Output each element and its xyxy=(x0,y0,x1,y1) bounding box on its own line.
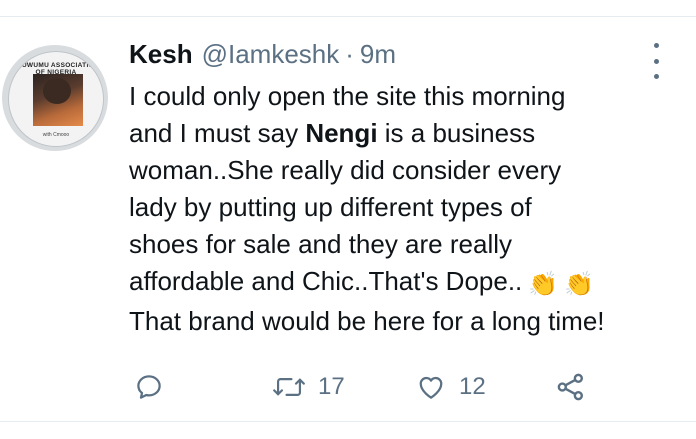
author-name[interactable]: Kesh xyxy=(129,39,193,70)
reply-button[interactable] xyxy=(134,369,164,405)
tweet-card[interactable]: IE UWUMU ASSOCIATION OF NIGERIA with Cmo… xyxy=(0,17,696,422)
tweet-text-line: lady by putting up different types of xyxy=(129,192,532,222)
tweet-text-line: affordable and Chic..That's Dope.. 👏 👏 xyxy=(129,263,689,303)
share-button[interactable] xyxy=(554,369,588,405)
tweet-text-line: I could only open the site this morning xyxy=(129,81,566,111)
clapping-hands-icon: 👏 xyxy=(564,271,595,298)
retweet-icon xyxy=(273,378,305,396)
bottom-divider xyxy=(0,421,696,422)
avatar-bottom-text: with Cmooo xyxy=(42,132,70,138)
avatar-photo xyxy=(33,74,83,126)
like-button[interactable]: 12 xyxy=(415,369,486,405)
retweet-count: 17 xyxy=(318,373,345,400)
tweet-actions: 17 12 xyxy=(0,369,696,405)
tweet-text-line: That brand would be here for a long time… xyxy=(129,306,605,336)
tweet-text-line: woman..She really did consider every xyxy=(129,155,562,185)
heart-icon xyxy=(419,376,443,399)
avatar[interactable]: IE UWUMU ASSOCIATION OF NIGERIA with Cmo… xyxy=(2,45,108,151)
mention-bold-text: Nengi xyxy=(305,118,378,148)
tweet-timestamp[interactable]: 9m xyxy=(360,39,396,70)
reply-icon xyxy=(137,375,161,399)
share-icon xyxy=(557,373,583,401)
author-handle[interactable]: @Iamkeshk xyxy=(202,39,340,70)
tweet-text-line: shoes for sale and they are really xyxy=(129,229,512,259)
more-options-icon[interactable] xyxy=(648,43,664,79)
header-separator: · xyxy=(345,39,354,69)
top-divider xyxy=(0,0,696,17)
retweet-button[interactable]: 17 xyxy=(272,369,345,405)
tweet-text: I could only open the site this morning … xyxy=(129,78,689,340)
clapping-hands-icon: 👏 xyxy=(528,271,559,298)
avatar-badge: IE UWUMU ASSOCIATION OF NIGERIA with Cmo… xyxy=(8,51,104,147)
tweet-header: Kesh @Iamkeshk · 9m xyxy=(129,39,396,75)
tweet-text-line: and I must say Nengi is a business xyxy=(129,118,536,148)
like-count: 12 xyxy=(459,373,486,400)
